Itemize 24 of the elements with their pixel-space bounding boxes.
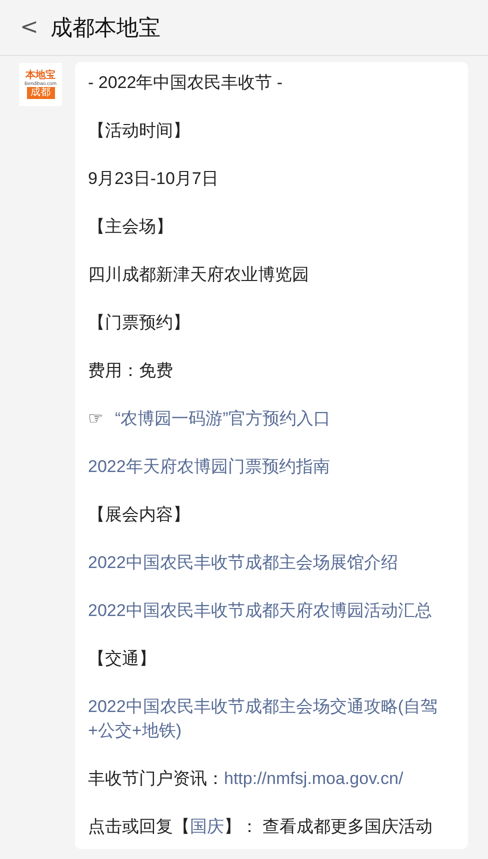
chat-title: 成都本地宝 bbox=[50, 14, 160, 42]
message-text: 【活动时间】 bbox=[88, 120, 191, 142]
article-link[interactable]: 2022中国农民丰收节成都天府农博园活动汇总 bbox=[88, 599, 452, 623]
message-text: 丰收节门户资讯： bbox=[88, 769, 224, 788]
message-text: 【交通】 bbox=[88, 648, 157, 670]
logo-city: 成都 bbox=[26, 87, 54, 99]
message-text: - 2022年中国农民丰收节 - bbox=[88, 72, 284, 94]
article-link[interactable]: http://nmfsj.moa.gov.cn/ bbox=[224, 769, 404, 788]
message-text: 费用：免费 bbox=[88, 360, 174, 382]
article-link[interactable]: 国庆 bbox=[190, 817, 224, 836]
article-link[interactable]: 2022中国农民丰收节成都主会场展馆介绍 bbox=[88, 551, 452, 575]
message-text: 【主会场】 bbox=[88, 216, 174, 238]
message-text: 四川成都新津天府农业博览园 bbox=[88, 264, 310, 286]
message-text: 点击或回复【 bbox=[88, 817, 190, 836]
logo-text: 本地宝 bbox=[26, 70, 56, 81]
message-text: ☞ bbox=[88, 409, 103, 428]
message-text: 】： 查看成都更多国庆活动 bbox=[224, 817, 433, 836]
message-text: 【展会内容】 bbox=[88, 504, 191, 526]
message-text: 9月23日-10月7日 bbox=[88, 168, 220, 190]
message-text: 【门票预约】 bbox=[88, 312, 191, 334]
back-button[interactable]: < bbox=[20, 16, 38, 38]
article-link[interactable]: 2022年天府农博园门票预约指南 bbox=[88, 455, 452, 479]
article-link[interactable]: “农博园一码游”官方预约入口 bbox=[115, 409, 330, 428]
article-link[interactable]: 2022中国农民丰收节成都主会场交通攻略(自驾+公交+地铁) bbox=[88, 695, 452, 743]
